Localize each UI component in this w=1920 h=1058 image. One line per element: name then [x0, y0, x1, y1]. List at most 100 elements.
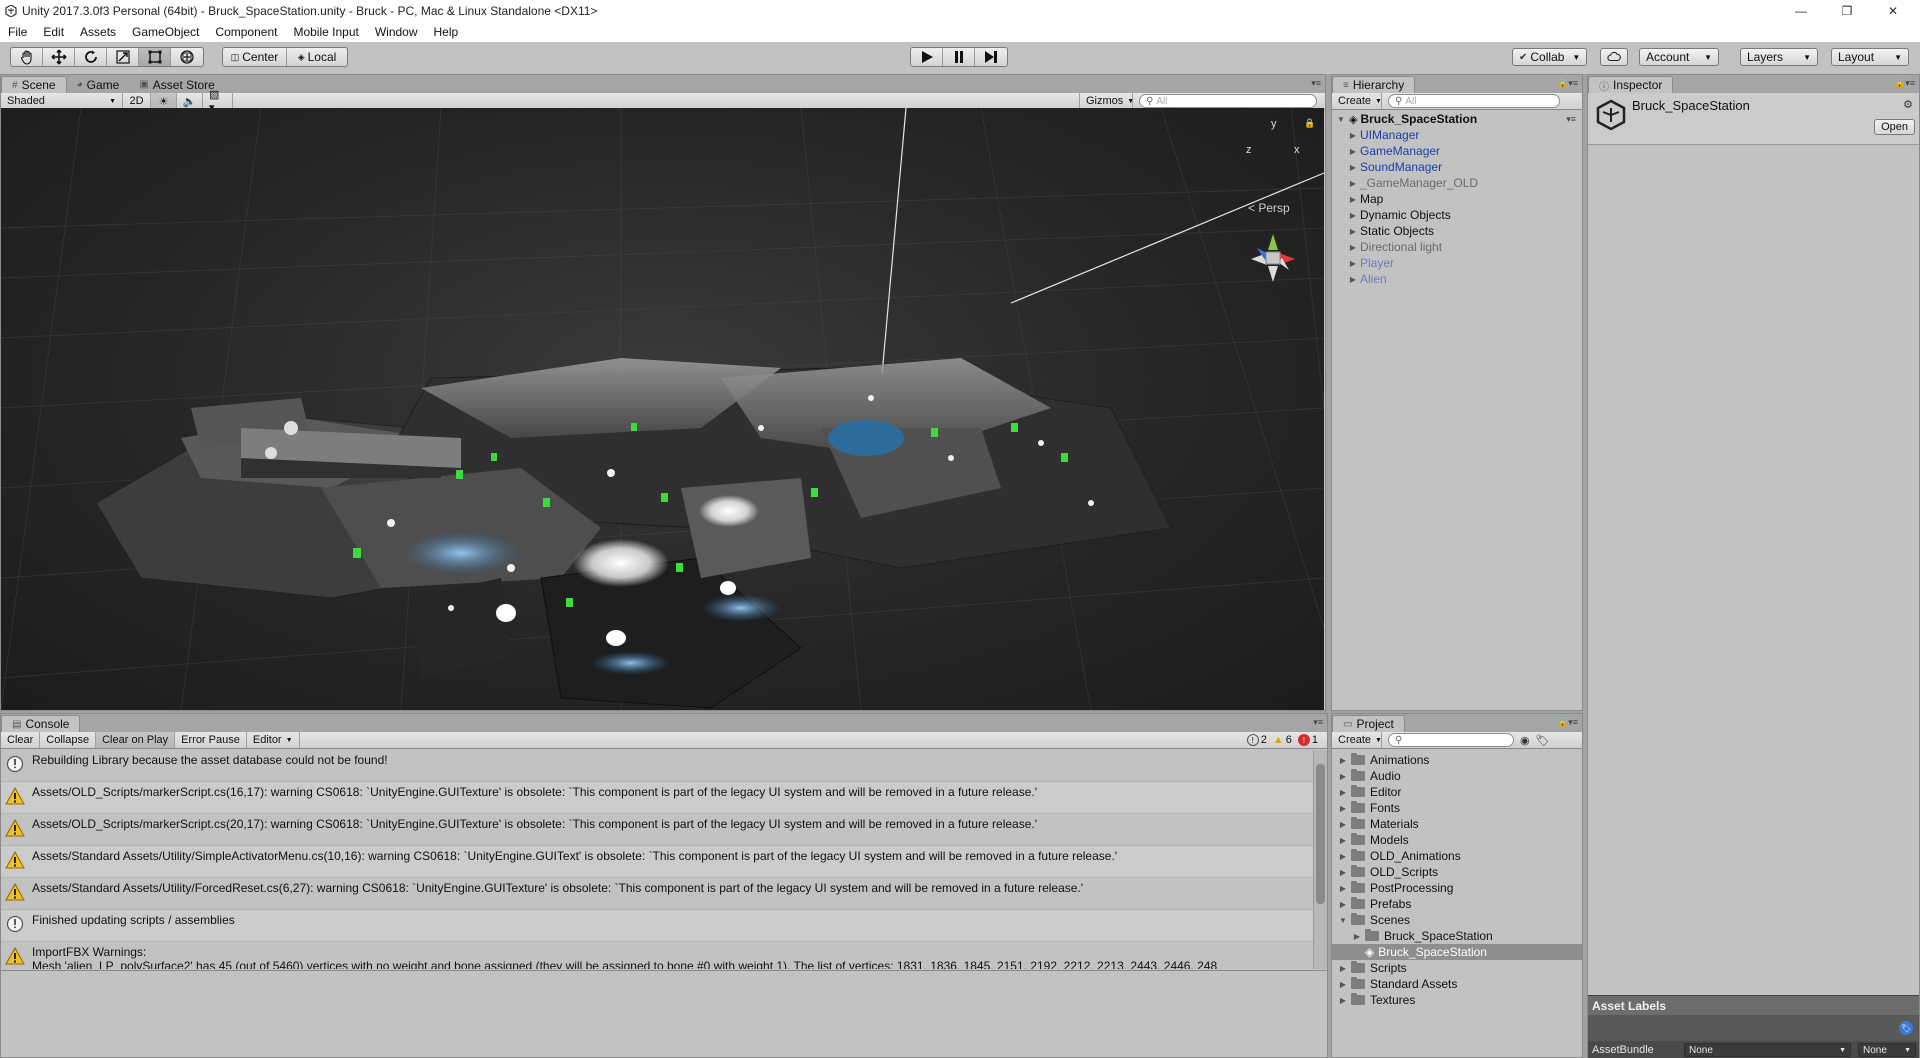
expand-arrow-icon[interactable]: ▶: [1348, 211, 1358, 220]
console-editor-dropdown[interactable]: Editor ▼: [247, 732, 300, 748]
project-folder-item[interactable]: ▶ Standard Assets: [1332, 976, 1582, 992]
expand-arrow-icon[interactable]: ▼: [1336, 115, 1346, 124]
project-folder-item[interactable]: ▶ Editor: [1332, 784, 1582, 800]
menu-gameobject[interactable]: GameObject: [124, 25, 207, 39]
pause-button[interactable]: [943, 48, 975, 66]
account-dropdown[interactable]: Account ▼: [1639, 48, 1719, 66]
expand-arrow-icon[interactable]: ▶: [1348, 163, 1358, 172]
hierarchy-item[interactable]: ▶ Directional light: [1332, 239, 1582, 255]
console-info-filter[interactable]: ! 2: [1244, 734, 1270, 746]
expand-arrow-icon[interactable]: ▶: [1338, 852, 1348, 861]
effects-dropdown-icon[interactable]: ▨ ▾: [203, 89, 233, 114]
console-scrollbar[interactable]: [1313, 750, 1327, 969]
lock-icon[interactable]: 🔒: [1304, 118, 1315, 129]
console-collapse-button[interactable]: Collapse: [40, 732, 97, 748]
expand-arrow-icon[interactable]: ▶: [1338, 804, 1348, 813]
project-folder-item[interactable]: ▶ Audio: [1332, 768, 1582, 784]
panel-menu-icon[interactable]: ▾≡: [1311, 78, 1321, 89]
scale-tool-icon[interactable]: [107, 48, 139, 66]
menu-help[interactable]: Help: [426, 25, 467, 39]
tag-label-icon[interactable]: 🏷: [1899, 1021, 1913, 1035]
project-folder-item[interactable]: ▶ Bruck_SpaceStation: [1332, 928, 1582, 944]
menu-assets[interactable]: Assets: [72, 25, 124, 39]
space-local-button[interactable]: ◈ Local: [287, 48, 347, 66]
hierarchy-item[interactable]: ▶ Alien: [1332, 271, 1582, 287]
expand-arrow-icon[interactable]: ▶: [1338, 820, 1348, 829]
console-clear-button[interactable]: Clear: [1, 732, 41, 748]
play-button[interactable]: [911, 48, 943, 66]
console-log-entry[interactable]: Assets/OLD_Scripts/markerScript.cs(20,17…: [1, 814, 1313, 846]
project-folder-item[interactable]: ▶ Textures: [1332, 992, 1582, 1008]
menu-component[interactable]: Component: [207, 25, 285, 39]
panel-menu-icon[interactable]: 🔒▾≡: [1557, 717, 1578, 728]
project-folder-item[interactable]: ▶ Animations: [1332, 752, 1582, 768]
tab-console[interactable]: ▤ Console: [1, 715, 81, 732]
project-create-dropdown[interactable]: Create ▼: [1332, 732, 1382, 748]
panel-menu-icon[interactable]: 🔒▾≡: [1557, 78, 1578, 89]
hierarchy-item[interactable]: ▶ Map: [1332, 191, 1582, 207]
project-folder-item[interactable]: ▼ Scenes: [1332, 912, 1582, 928]
menu-mobile-input[interactable]: Mobile Input: [285, 25, 366, 39]
shading-mode-dropdown[interactable]: Shaded ▼: [1, 93, 123, 109]
asset-bundle-dropdown[interactable]: None ▼: [1684, 1043, 1851, 1057]
expand-arrow-icon[interactable]: ▶: [1338, 964, 1348, 973]
project-folder-item[interactable]: ▶ Prefabs: [1332, 896, 1582, 912]
expand-arrow-icon[interactable]: ▶: [1338, 836, 1348, 845]
expand-arrow-icon[interactable]: ▶: [1348, 243, 1358, 252]
toggle-2d-button[interactable]: 2D: [123, 93, 151, 109]
project-folder-item[interactable]: ◈ Bruck_SpaceStation: [1332, 944, 1582, 960]
hierarchy-scene-row[interactable]: ▼ ◈ Bruck_SpaceStation ▾≡: [1332, 111, 1582, 127]
asset-variant-dropdown[interactable]: None ▼: [1858, 1043, 1916, 1057]
expand-arrow-icon[interactable]: ▶: [1338, 900, 1348, 909]
project-folder-item[interactable]: ▶ Models: [1332, 832, 1582, 848]
hierarchy-item[interactable]: ▶ _GameManager_OLD: [1332, 175, 1582, 191]
transform-tool-icon[interactable]: [171, 48, 203, 66]
expand-arrow-icon[interactable]: ▶: [1348, 131, 1358, 140]
expand-arrow-icon[interactable]: ▶: [1348, 147, 1358, 156]
console-log-entry[interactable]: Assets/Standard Assets/Utility/SimpleAct…: [1, 846, 1313, 878]
pivot-center-button[interactable]: ◫ Center: [223, 48, 287, 66]
gizmos-dropdown[interactable]: Gizmos ▼: [1079, 93, 1134, 109]
console-error-pause-button[interactable]: Error Pause: [175, 732, 247, 748]
project-folder-item[interactable]: ▶ Materials: [1332, 816, 1582, 832]
tab-project[interactable]: ▭ Project: [1332, 715, 1405, 732]
project-folder-item[interactable]: ▶ Fonts: [1332, 800, 1582, 816]
expand-arrow-icon[interactable]: ▶: [1338, 884, 1348, 893]
project-folder-item[interactable]: ▶ PostProcessing: [1332, 880, 1582, 896]
filter-by-label-icon[interactable]: 🏷: [1536, 734, 1550, 747]
menu-window[interactable]: Window: [367, 25, 426, 39]
audio-toggle-icon[interactable]: 🔈: [177, 93, 203, 109]
close-button[interactable]: ✕: [1870, 0, 1916, 22]
rotate-tool-icon[interactable]: [75, 48, 107, 66]
maximize-button[interactable]: ❐: [1824, 0, 1870, 22]
tab-game[interactable]: ◕ Game: [67, 76, 130, 93]
expand-arrow-icon[interactable]: ▶: [1348, 259, 1358, 268]
hierarchy-item[interactable]: ▶ SoundManager: [1332, 159, 1582, 175]
panel-menu-icon[interactable]: ▾≡: [1313, 717, 1323, 728]
layers-dropdown[interactable]: Layers ▼: [1740, 48, 1818, 66]
menu-edit[interactable]: Edit: [35, 25, 72, 39]
rect-tool-icon[interactable]: [139, 48, 171, 66]
hierarchy-item[interactable]: ▶ Player: [1332, 255, 1582, 271]
project-folder-item[interactable]: ▶ OLD_Animations: [1332, 848, 1582, 864]
hierarchy-item[interactable]: ▶ Static Objects: [1332, 223, 1582, 239]
hierarchy-search-input[interactable]: ⚲ All: [1388, 94, 1560, 108]
expand-arrow-icon[interactable]: ▼: [1338, 916, 1348, 925]
expand-arrow-icon[interactable]: ▶: [1338, 788, 1348, 797]
console-warning-filter[interactable]: ▲ 6: [1270, 734, 1295, 746]
filter-by-type-icon[interactable]: ◉: [1520, 734, 1530, 747]
hierarchy-create-dropdown[interactable]: Create ▼: [1332, 93, 1382, 109]
lighting-toggle-icon[interactable]: ☀: [151, 93, 177, 109]
console-log-entry[interactable]: Assets/OLD_Scripts/markerScript.cs(16,17…: [1, 782, 1313, 814]
console-log-entry[interactable]: Rebuilding Library because the asset dat…: [1, 750, 1313, 782]
project-search-input[interactable]: ⚲: [1388, 733, 1514, 747]
console-log-entry[interactable]: ImportFBX Warnings: Mesh 'alien_LP_polySu…: [1, 942, 1313, 969]
panel-menu-icon[interactable]: 🔒▾≡: [1894, 78, 1915, 89]
expand-arrow-icon[interactable]: ▶: [1338, 868, 1348, 877]
tab-scene[interactable]: # Scene: [1, 76, 67, 93]
hand-tool-icon[interactable]: [11, 48, 43, 66]
layout-dropdown[interactable]: Layout ▼: [1831, 48, 1909, 66]
console-clear-on-play-button[interactable]: Clear on Play: [96, 732, 176, 748]
tab-inspector[interactable]: ⓘ Inspector: [1588, 76, 1674, 93]
hierarchy-item[interactable]: ▶ GameManager: [1332, 143, 1582, 159]
